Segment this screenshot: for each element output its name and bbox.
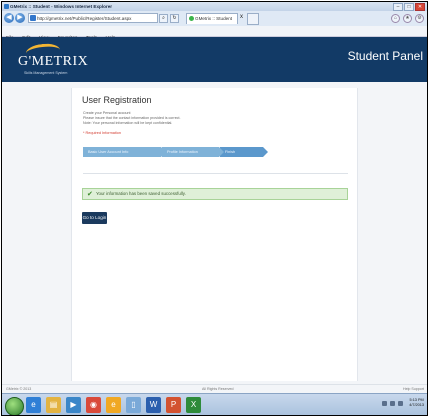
checkmark-icon: ✔ (87, 191, 93, 198)
document-icon[interactable]: ▯ (126, 397, 141, 413)
chrome-icon[interactable]: ◉ (86, 397, 101, 413)
window-controls: – □ ✕ (393, 3, 425, 11)
menu-bar: File Edit View Favorites Tools Help (2, 26, 427, 41)
step-label: Finish (225, 150, 236, 154)
step-profile-info: Profile Information (162, 147, 224, 157)
step-arrow-icon (263, 147, 268, 157)
taskbar-icons: e ▤ ▶ ◉ e ▯ W P X (26, 397, 201, 413)
step-basic-info: Basic User Account Info (83, 147, 166, 157)
word-icon[interactable]: W (146, 397, 161, 413)
logo-tagline: Skills Management System (24, 71, 68, 75)
address-bar[interactable]: http://gmetrix.net/Public/Register/Stude… (28, 13, 158, 23)
volume-icon[interactable] (390, 400, 396, 406)
intro-text: Create your Personal account Please insu… (83, 111, 180, 125)
step-arrow-icon (161, 147, 166, 157)
refresh-icon[interactable]: ↻ (170, 14, 179, 23)
tab-label: GMetrix :: Student (195, 16, 233, 21)
start-button[interactable] (5, 397, 24, 415)
step-label: Profile Information (167, 150, 198, 154)
ie-app-icon (4, 4, 9, 9)
browser-tools: ⌂ ★ ⚙ (391, 14, 424, 23)
maximize-button[interactable]: □ (404, 3, 414, 11)
forward-button[interactable]: ▶ (15, 13, 25, 23)
window-title: GMetrix :: Student - Windows Internet Ex… (10, 4, 113, 9)
success-alert: ✔ Your information has been saved succes… (82, 188, 348, 200)
browser-tab[interactable]: GMetrix :: Student (186, 13, 238, 24)
registration-steps: Basic User Account Info Profile Informat… (83, 147, 298, 157)
logo-brand: G'METRIX (18, 54, 89, 69)
success-message: Your information has been saved successf… (96, 191, 186, 196)
required-note: * Required Information (83, 131, 121, 135)
explorer-icon[interactable]: e (106, 397, 121, 413)
clock-date: 4/7/2013 (409, 403, 424, 407)
step-finish: Finish (220, 147, 268, 157)
panel-title: Student Panel (347, 49, 423, 63)
home-icon[interactable]: ⌂ (391, 14, 400, 23)
address-tools: ⌕ ↻ (159, 14, 179, 23)
page-title: User Registration (82, 95, 152, 105)
address-url: http://gmetrix.net/Public/Register/Stude… (37, 16, 132, 21)
back-button[interactable]: ◀ (4, 13, 14, 23)
site-header: G'METRIX Skills Management System Studen… (2, 37, 427, 82)
media-icon[interactable]: ▶ (66, 397, 81, 413)
clock[interactable]: 5:13 PM 4/7/2013 (409, 398, 424, 408)
site-favicon-icon (30, 15, 36, 21)
tab-favicon-icon (189, 16, 194, 21)
intro-line: Note: Your personal information will be … (83, 120, 173, 125)
folder-icon[interactable]: ▤ (46, 397, 61, 413)
browser-window: GMetrix :: Student - Windows Internet Ex… (1, 1, 428, 416)
minimize-button[interactable]: – (393, 3, 403, 11)
intro-line: Please insure that the contact informati… (83, 115, 181, 120)
network-icon[interactable] (382, 400, 388, 406)
ie-icon[interactable]: e (26, 397, 41, 413)
divider (83, 173, 348, 174)
navigation-bar: ◀ ▶ http://gmetrix.net/Public/Register/S… (2, 11, 427, 27)
close-button[interactable]: ✕ (415, 3, 425, 11)
registration-card: User Registration Create your Personal a… (71, 88, 358, 381)
page-content: User Registration Create your Personal a… (2, 82, 427, 384)
flag-icon[interactable] (398, 400, 404, 406)
step-arrow-icon (219, 147, 224, 157)
windows-taskbar: e ▤ ▶ ◉ e ▯ W P X 5:13 PM 4/7/2013 (2, 393, 427, 415)
powerpoint-icon[interactable]: P (166, 397, 181, 413)
excel-icon[interactable]: X (186, 397, 201, 413)
go-to-login-button[interactable]: Go to Login (82, 212, 107, 224)
tab-close-icon[interactable]: x (240, 14, 243, 20)
favorites-star-icon[interactable]: ★ (403, 14, 412, 23)
new-tab-button[interactable] (247, 13, 259, 25)
step-label: Basic User Account Info (88, 150, 129, 154)
gear-icon[interactable]: ⚙ (415, 14, 424, 23)
system-tray: 5:13 PM 4/7/2013 (382, 398, 424, 408)
search-icon[interactable]: ⌕ (159, 14, 168, 23)
